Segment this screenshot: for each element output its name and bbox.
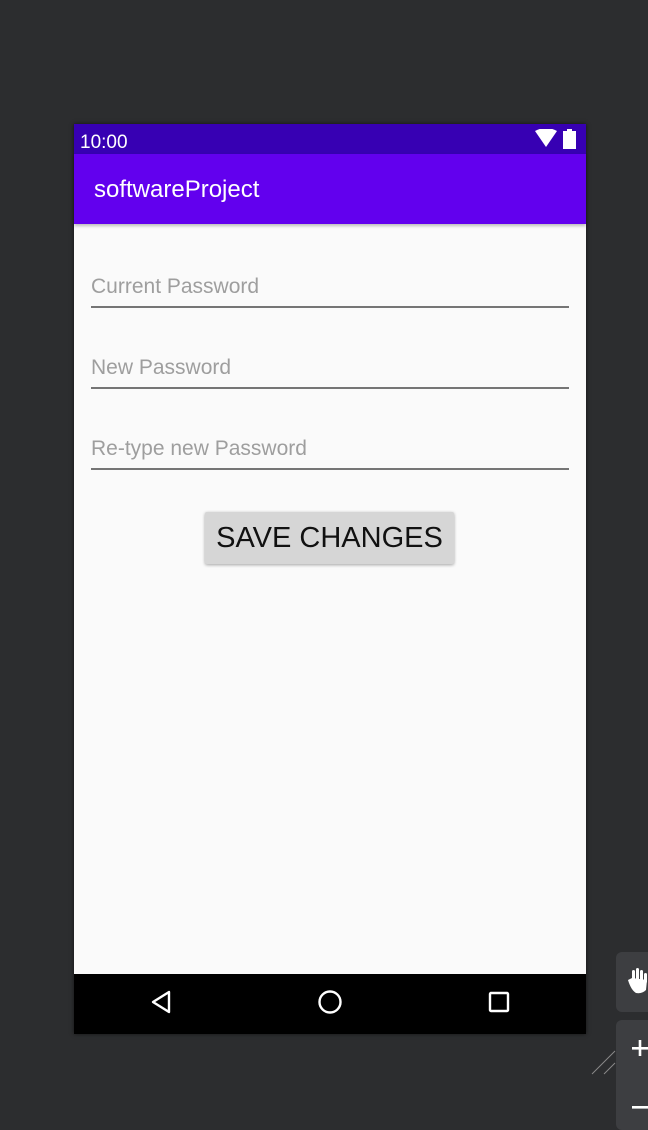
new-password-input[interactable] [91, 349, 569, 389]
zoom-controls [616, 1020, 648, 1130]
resize-handle-icon [590, 1034, 616, 1081]
retype-password-input[interactable] [91, 430, 569, 470]
status-bar: 10:00 [74, 124, 586, 154]
back-icon [150, 990, 172, 1019]
home-button[interactable] [314, 989, 346, 1019]
save-changes-button[interactable]: SAVE CHANGES [205, 512, 454, 564]
recents-button[interactable] [483, 989, 515, 1019]
home-icon [317, 989, 343, 1020]
battery-icon [563, 129, 576, 154]
zoom-out-icon[interactable] [632, 1097, 648, 1115]
back-button[interactable] [145, 989, 177, 1019]
recents-icon [488, 991, 510, 1018]
current-password-input[interactable] [91, 268, 569, 308]
status-icons [535, 128, 576, 152]
phone-screen: 10:00 softwareProject SAVE CHANGES [74, 124, 586, 1034]
navigation-bar [74, 974, 586, 1034]
app-title: softwareProject [94, 176, 260, 203]
wifi-icon [535, 128, 557, 152]
app-bar: softwareProject [74, 154, 586, 224]
zoom-in-icon[interactable] [632, 1040, 648, 1061]
status-time: 10:00 [80, 132, 128, 153]
hand-icon [628, 968, 648, 999]
pan-tool-button[interactable] [616, 952, 648, 1012]
